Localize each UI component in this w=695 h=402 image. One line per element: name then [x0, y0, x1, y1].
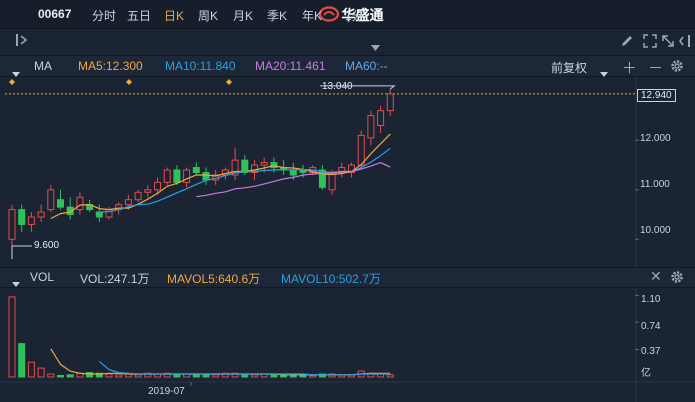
- mavol10-label: MAVOL10:502.7万: [281, 272, 381, 286]
- interval-select[interactable]: 1分: [345, 7, 364, 24]
- stock-code: 00667: [38, 7, 72, 21]
- mavol5-line: [50, 348, 391, 376]
- candle-body: [289, 169, 297, 176]
- volume-bar: [27, 361, 35, 378]
- candle-body: [95, 211, 103, 218]
- volume-bar: [37, 367, 45, 378]
- volume-unit: 亿: [641, 368, 651, 379]
- candle-body: [202, 172, 210, 181]
- candle-body: [47, 189, 55, 211]
- mavol5-label: MAVOL5:640.6万: [167, 272, 261, 286]
- event-marker-icon: [226, 79, 232, 85]
- candle-body: [367, 115, 375, 139]
- sidebar-toggle-icon[interactable]: [15, 33, 29, 47]
- candle-body: [318, 169, 326, 188]
- event-marker-icon: [9, 79, 15, 85]
- candle-body: [144, 189, 152, 193]
- volume-bar: [270, 374, 278, 378]
- volume-settings-gear-icon[interactable]: [670, 270, 684, 289]
- indicator-name[interactable]: MA: [34, 59, 52, 73]
- candle-body: [260, 162, 268, 166]
- candle-body: [134, 191, 142, 201]
- volume-bar: [173, 374, 181, 378]
- volume-tick-2: 0.74: [641, 321, 661, 332]
- vol-label: VOL:247.1万: [80, 272, 150, 286]
- period-toolbar: [0, 29, 695, 56]
- candle-body: [124, 199, 132, 206]
- tab-monthly-k[interactable]: 月K: [233, 7, 253, 24]
- price-tick-11: 11.000: [640, 179, 670, 190]
- volume-bar: [134, 374, 142, 378]
- event-marker-icon: [126, 79, 132, 85]
- tab-intraday[interactable]: 分时: [92, 7, 116, 24]
- candle-body: [163, 169, 171, 183]
- event-markers: [9, 79, 232, 85]
- price-tick-12: 12.000: [640, 133, 671, 144]
- expand-icon[interactable]: [661, 34, 675, 53]
- volume-tick-1: 1.10: [641, 294, 661, 305]
- candle-body: [377, 110, 385, 127]
- ma5-label: MA5:12.300: [78, 59, 143, 73]
- tab-daily-k[interactable]: 日K: [164, 7, 184, 24]
- volume-bar: [66, 374, 74, 378]
- candle-body: [173, 169, 181, 183]
- ma20-label: MA20:11.461: [255, 59, 326, 73]
- chart-grid: [0, 76, 695, 402]
- volume-bar: [202, 374, 210, 378]
- candle-body: [37, 211, 45, 218]
- volume-bar: [47, 373, 55, 378]
- volume-bar: [8, 296, 16, 378]
- tab-quarterly-k[interactable]: 季K: [267, 7, 287, 24]
- candle-body: [183, 169, 191, 183]
- mavol10-line: [98, 360, 391, 376]
- adjust-select[interactable]: 前复权: [551, 59, 587, 76]
- volume-bar: [115, 374, 123, 378]
- candle-body: [18, 209, 26, 225]
- low-price-label: 9.600: [34, 240, 60, 251]
- volume-bar: [386, 374, 394, 378]
- close-icon[interactable]: ✕: [650, 268, 662, 285]
- volume-bar: [251, 374, 258, 378]
- ma60-label: MA60:--: [345, 59, 388, 73]
- kline-chart[interactable]: [0, 76, 695, 402]
- candle-body: [76, 196, 84, 211]
- volume-name[interactable]: VOL: [30, 270, 54, 284]
- volume-bar: [212, 374, 220, 378]
- candle-body: [154, 181, 161, 191]
- ma10-label: MA10:11.840: [165, 59, 236, 73]
- tab-weekly-k[interactable]: 周K: [198, 7, 218, 24]
- volume-bar: [86, 372, 94, 378]
- candle-body: [8, 209, 16, 240]
- price-tick-10: 10.000: [640, 225, 671, 236]
- moving-average-lines: [50, 133, 391, 220]
- zoom-out-icon[interactable]: －: [648, 57, 663, 78]
- zoom-in-icon[interactable]: ＋: [622, 57, 637, 78]
- panel-toggle-icon[interactable]: [679, 34, 691, 53]
- volume-bar: [18, 343, 26, 378]
- candle-body: [57, 199, 64, 208]
- ma5-line: [50, 133, 391, 220]
- pencil-icon[interactable]: [620, 34, 634, 53]
- candle-body: [357, 134, 365, 166]
- current-price-tag: 12.940: [637, 89, 676, 102]
- chevron-down-icon[interactable]: [371, 38, 380, 56]
- volume-bar: [105, 373, 113, 378]
- volume-bar: [309, 375, 317, 378]
- tab-yearly-k[interactable]: 年K: [302, 7, 322, 24]
- volume-dropdown-icon[interactable]: [12, 274, 20, 292]
- volume-tick-3: 0.37: [641, 346, 661, 357]
- candle-body: [386, 93, 394, 112]
- tab-five-day[interactable]: 五日: [127, 7, 151, 24]
- fullscreen-icon[interactable]: [643, 34, 657, 53]
- candle-body: [27, 216, 35, 225]
- volume-series: [8, 296, 394, 378]
- high-price-label: 13.040: [322, 81, 353, 92]
- x-axis-date: 2019-07: [148, 386, 185, 397]
- volume-bar: [57, 375, 64, 378]
- candle-body: [192, 167, 200, 173]
- low-price-leader: [11, 245, 32, 260]
